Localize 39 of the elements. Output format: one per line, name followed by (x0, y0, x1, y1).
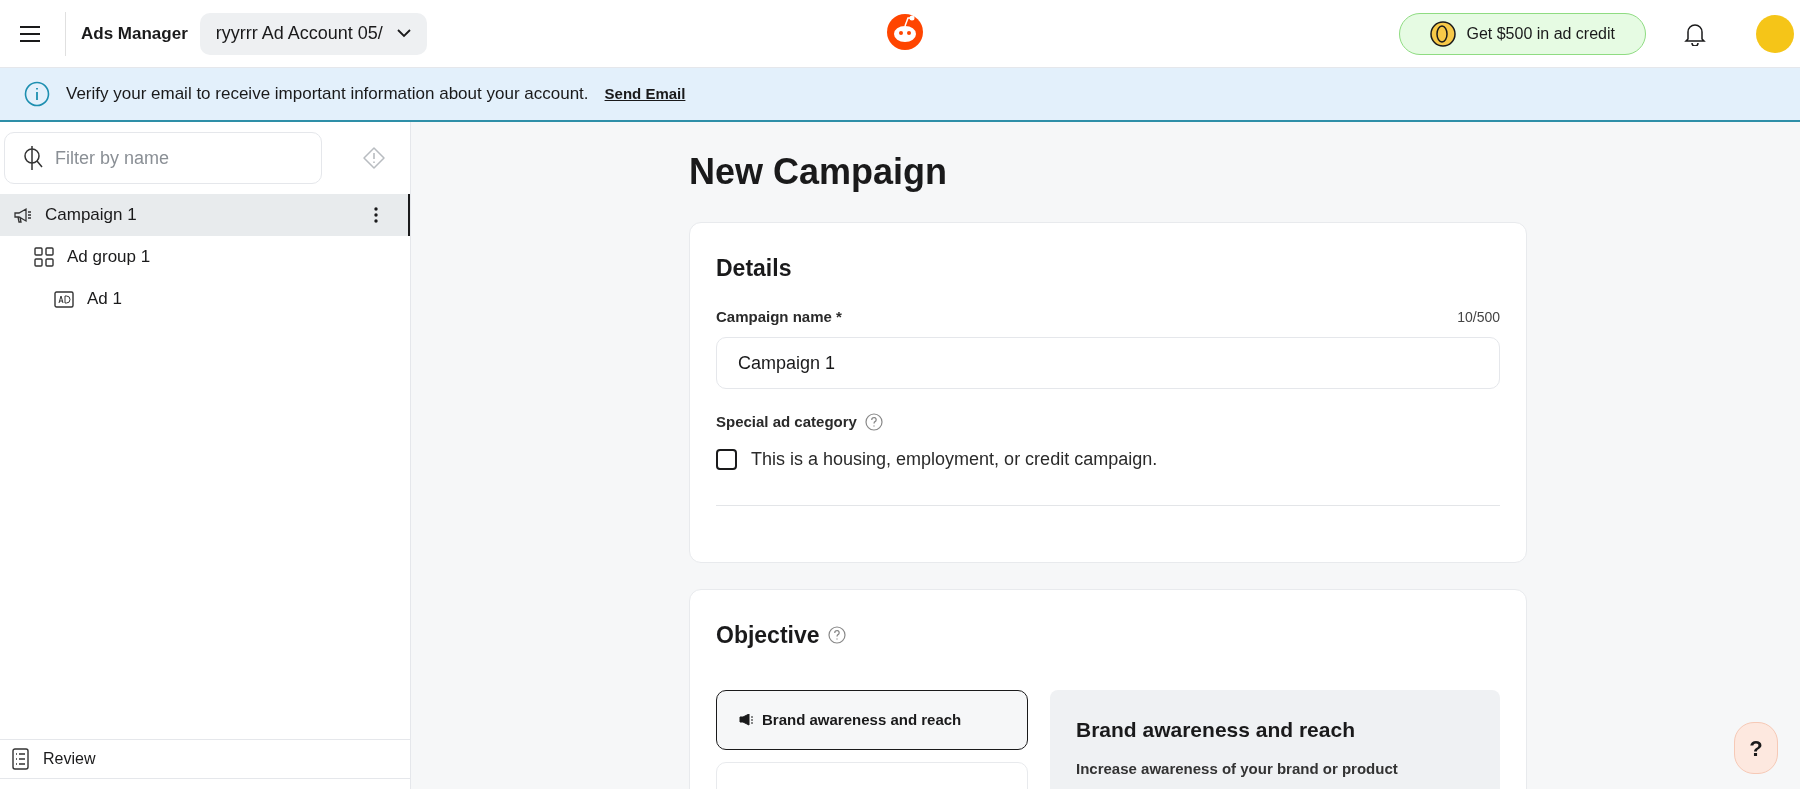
mascot-logo-icon[interactable] (885, 12, 925, 50)
more-options-icon[interactable] (374, 207, 378, 223)
help-icon[interactable] (827, 625, 846, 644)
megaphone-icon (14, 207, 32, 223)
bell-icon[interactable] (1684, 21, 1706, 46)
field-label: Special ad category (716, 412, 857, 432)
checkbox-label: This is a housing, employment, or credit campaign. (751, 447, 1158, 471)
account-dropdown[interactable]: ryyrrr Ad Account 05/ (199, 12, 427, 55)
campaign-name-field[interactable]: Campaign 1 (716, 337, 1500, 389)
search-icon (22, 145, 44, 171)
checkbox[interactable] (716, 448, 737, 470)
megaphone-icon (739, 714, 754, 726)
menu-icon[interactable] (19, 24, 41, 43)
app-title: Ads Manager (81, 22, 188, 45)
send-email-link[interactable]: Send Email (604, 82, 686, 106)
banner-message: Verify your email to receive important information about your account. (66, 83, 589, 106)
checklist-icon (11, 748, 29, 770)
objective-option[interactable]: Brand awareness and reach (716, 690, 1028, 750)
info-icon (24, 81, 50, 107)
ad-badge-icon (54, 290, 74, 308)
tree-item[interactable]: Ad group 1 (0, 236, 410, 278)
review-button[interactable]: Review (0, 739, 410, 779)
objective-heading: Objective (716, 620, 820, 650)
coin-icon (1430, 20, 1457, 47)
warning-icon (362, 146, 386, 170)
character-counter: 10/500 (1457, 308, 1500, 327)
filter-search-field[interactable]: Filter by name (4, 132, 322, 184)
tree-item[interactable]: Ad 1 (0, 278, 410, 320)
ad-credit-button[interactable]: Get $500 in ad credit (1399, 12, 1646, 55)
chevron-down-icon (396, 29, 411, 38)
grid-icon (34, 247, 54, 267)
panel-description: Increase awareness of your brand or product (1076, 758, 1399, 779)
help-icon[interactable] (864, 413, 883, 432)
tree-item[interactable]: Campaign 1 (0, 194, 410, 236)
page-title: New Campaign (689, 150, 949, 194)
field-label: Campaign name * (716, 306, 842, 327)
details-heading: Details (716, 254, 793, 283)
help-button[interactable]: ? (1734, 722, 1778, 774)
panel-title: Brand awareness and reach (1076, 717, 1356, 743)
